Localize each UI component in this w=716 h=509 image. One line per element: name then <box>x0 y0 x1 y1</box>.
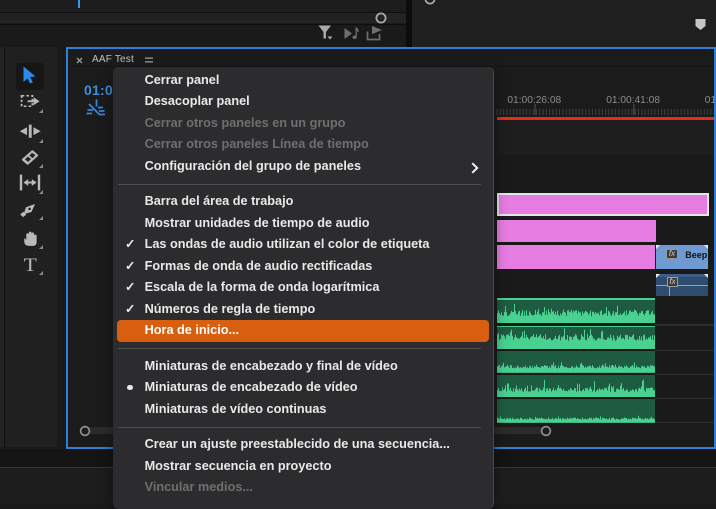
svg-text:T: T <box>24 255 38 275</box>
